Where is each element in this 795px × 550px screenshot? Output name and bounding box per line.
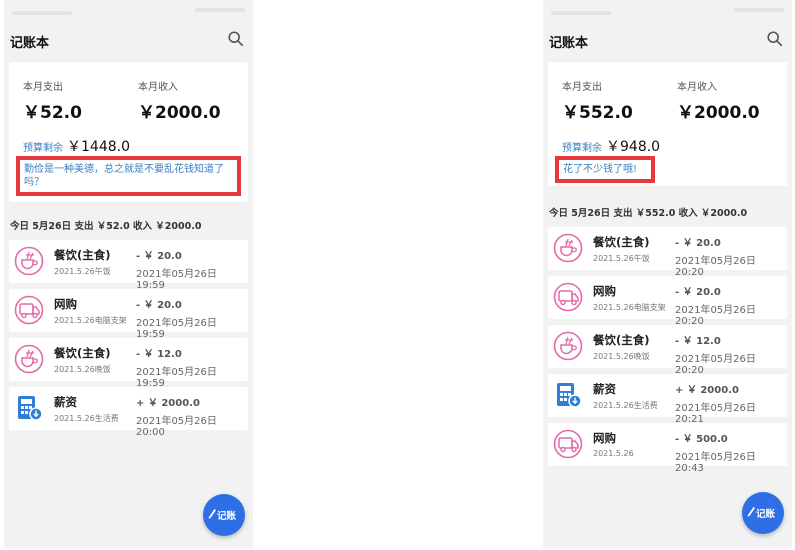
monthly-expense-value: ￥52.0	[23, 103, 82, 123]
record-note: 2021.5.26晚饭	[54, 365, 111, 374]
record-item[interactable]: 餐饮(主食) 2021.5.26晚饭 - ￥ 12.0 2021年05月26日 …	[548, 325, 787, 376]
record-time: 2021年05月26日 20:20	[675, 256, 756, 278]
app-bar: 记账本	[543, 28, 792, 52]
record-amount: - ￥ 12.0	[136, 349, 182, 360]
salary-calculator-icon	[17, 395, 43, 421]
record-time: 2021年05月26日 19:59	[136, 269, 217, 291]
record-item[interactable]: 薪资 2021.5.26生活费 + ￥ 2000.0 2021年05月26日 2…	[548, 374, 787, 425]
today-summary: 今日 5月26日 支出 ￥52.0 收入 ￥2000.0	[10, 221, 202, 232]
app-bar: 记账本	[4, 28, 253, 52]
monthly-income-value: ￥2000.0	[677, 103, 760, 123]
monthly-summary-card: 本月支出 本月收入 ￥52.0 ￥2000.0 预算剩余 ￥1448.0 勤俭是一…	[9, 62, 248, 202]
spending-tip: 花了不少钱了哦!	[555, 156, 655, 183]
pencil-icon	[747, 507, 755, 517]
record-note: 2021.5.26	[593, 449, 634, 458]
record-time: 2021年05月26日 20:21	[675, 403, 756, 425]
status-bar	[543, 0, 792, 22]
record-category: 餐饮(主食)	[593, 333, 650, 347]
record-note: 2021.5.26午饭	[593, 254, 650, 263]
monthly-income-label: 本月收入	[138, 82, 178, 93]
budget-remaining-value: ￥1448.0	[67, 139, 130, 155]
add-record-label: 记账	[756, 509, 776, 520]
record-note: 2021.5.26电脑支架	[593, 303, 666, 312]
budget-remaining-label: 预算剩余	[562, 143, 602, 154]
dining-icon	[14, 246, 44, 276]
record-note: 2021.5.26生活费	[54, 414, 119, 423]
record-item[interactable]: 网购 2021.5.26电脑支架 - ￥ 20.0 2021年05月26日 19…	[9, 289, 248, 340]
record-category: 餐饮(主食)	[54, 346, 111, 360]
monthly-expense-label: 本月支出	[23, 82, 63, 93]
record-amount: - ￥ 20.0	[675, 287, 721, 298]
record-time: 2021年05月26日 20:43	[675, 452, 756, 474]
record-note: 2021.5.26午饭	[54, 267, 111, 276]
record-amount: + ￥ 2000.0	[136, 398, 200, 409]
monthly-income-value: ￥2000.0	[138, 103, 221, 123]
budget-remaining-label: 预算剩余	[23, 143, 63, 154]
record-note: 2021.5.26电脑支架	[54, 316, 127, 325]
budget-remaining: 预算剩余 ￥1448.0	[23, 136, 130, 156]
record-amount: - ￥ 20.0	[136, 300, 182, 311]
phone-screen-left: 记账本 本月支出 本月收入 ￥52.0 ￥2000.0 预算剩余 ￥1448.0 …	[4, 0, 253, 548]
status-bar	[4, 0, 253, 22]
add-record-label: 记账	[217, 511, 237, 522]
dining-icon	[553, 233, 583, 263]
record-item[interactable]: 网购 2021.5.26电脑支架 - ￥ 20.0 2021年05月26日 20…	[548, 276, 787, 327]
record-note: 2021.5.26生活费	[593, 401, 658, 410]
record-item[interactable]: 餐饮(主食) 2021.5.26晚饭 - ￥ 12.0 2021年05月26日 …	[9, 338, 248, 389]
search-icon[interactable]	[766, 30, 784, 48]
add-record-button[interactable]: 记账	[742, 492, 784, 534]
record-amount: + ￥ 2000.0	[675, 385, 739, 396]
salary-calculator-icon	[556, 382, 582, 408]
shopping-truck-icon	[553, 282, 583, 312]
pencil-icon	[208, 509, 216, 519]
record-amount: - ￥ 12.0	[675, 336, 721, 347]
spending-tip: 勤俭是一种美德，总之就是不要乱花钱知道了吗？	[16, 156, 241, 196]
record-time: 2021年05月26日 20:20	[675, 305, 756, 327]
record-item[interactable]: 餐饮(主食) 2021.5.26午饭 - ￥ 20.0 2021年05月26日 …	[9, 240, 248, 291]
today-summary: 今日 5月26日 支出 ￥552.0 收入 ￥2000.0	[549, 208, 748, 219]
record-item[interactable]: 网购 2021.5.26 - ￥ 500.0 2021年05月26日 20:43	[548, 423, 787, 474]
dining-icon	[14, 344, 44, 374]
budget-remaining-value: ￥948.0	[606, 139, 661, 155]
shopping-truck-icon	[14, 295, 44, 325]
add-record-button[interactable]: 记账	[203, 494, 245, 536]
record-category: 网购	[593, 284, 616, 298]
monthly-expense-label: 本月支出	[562, 82, 602, 93]
budget-remaining: 预算剩余 ￥948.0	[562, 136, 660, 156]
record-time: 2021年05月26日 19:59	[136, 367, 217, 389]
record-time: 2021年05月26日 20:20	[675, 354, 756, 376]
record-category: 餐饮(主食)	[593, 235, 650, 249]
dining-icon	[553, 331, 583, 361]
record-category: 薪资	[593, 382, 616, 396]
record-time: 2021年05月26日 20:00	[136, 416, 217, 438]
record-category: 薪资	[54, 395, 77, 409]
record-amount: - ￥ 20.0	[675, 238, 721, 249]
app-title: 记账本	[549, 36, 589, 51]
record-item[interactable]: 餐饮(主食) 2021.5.26午饭 - ￥ 20.0 2021年05月26日 …	[548, 227, 787, 278]
record-amount: - ￥ 20.0	[136, 251, 182, 262]
shopping-truck-icon	[553, 429, 583, 459]
record-time: 2021年05月26日 19:59	[136, 318, 217, 340]
record-note: 2021.5.26晚饭	[593, 352, 650, 361]
monthly-expense-value: ￥552.0	[562, 103, 633, 123]
monthly-summary-card: 本月支出 本月收入 ￥552.0 ￥2000.0 预算剩余 ￥948.0 花了不少…	[548, 62, 787, 186]
record-item[interactable]: 薪资 2021.5.26生活费 + ￥ 2000.0 2021年05月26日 2…	[9, 387, 248, 438]
record-category: 餐饮(主食)	[54, 248, 111, 262]
record-amount: - ￥ 500.0	[675, 434, 728, 445]
phone-screen-right: 记账本 本月支出 本月收入 ￥552.0 ￥2000.0 预算剩余 ￥948.0 …	[543, 0, 792, 548]
monthly-income-label: 本月收入	[677, 82, 717, 93]
app-title: 记账本	[10, 36, 50, 51]
record-category: 网购	[593, 431, 616, 445]
record-category: 网购	[54, 297, 77, 311]
search-icon[interactable]	[227, 30, 245, 48]
